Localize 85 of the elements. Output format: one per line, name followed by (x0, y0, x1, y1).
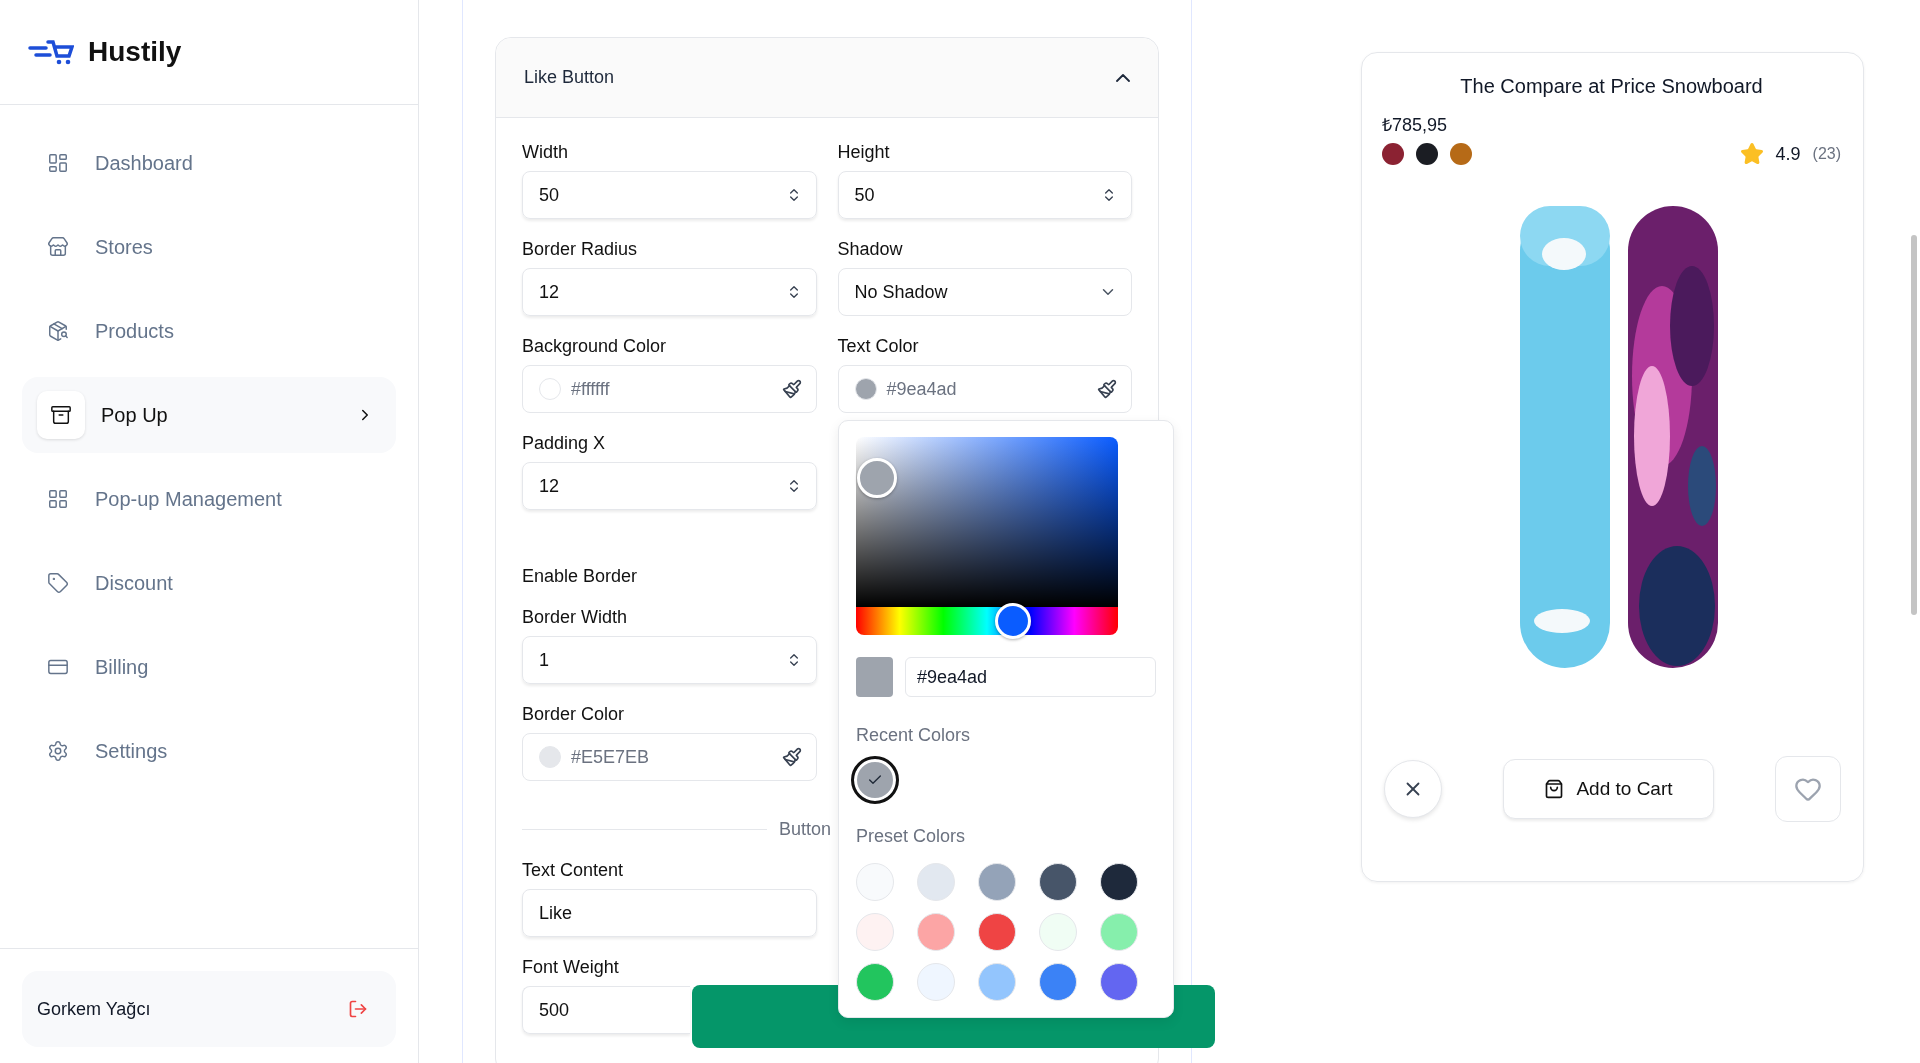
hex-input[interactable]: #9ea4ad (905, 657, 1156, 697)
preset-color[interactable] (978, 963, 1016, 1001)
field-label: Shadow (837, 239, 904, 260)
field-label: Background Color (522, 336, 668, 357)
sidebar-item[interactable]: Stores (22, 209, 396, 285)
field-label: Text Content (522, 860, 625, 881)
product-price: ₺785,95 (1382, 114, 1449, 136)
field-label: Height (837, 142, 891, 163)
field-label: Width (522, 142, 569, 163)
settings-icon (47, 740, 69, 762)
sidebar-item[interactable]: Pop-up Management (22, 461, 396, 537)
field-label: Enable Border (522, 566, 639, 587)
preset-color[interactable] (1039, 863, 1077, 901)
recent-color[interactable] (851, 756, 899, 804)
heart-icon (1794, 775, 1822, 803)
star-icon (1739, 142, 1764, 166)
field-label: Padding X (522, 433, 607, 454)
sidebar-item[interactable]: Settings (22, 713, 396, 789)
chevron-up-icon (1116, 73, 1130, 82)
store-icon (47, 236, 69, 258)
add-to-cart-button[interactable]: Add to Cart (1503, 759, 1714, 819)
archive-icon (50, 404, 72, 426)
preset-color[interactable] (917, 913, 955, 951)
close-button[interactable] (1384, 760, 1442, 818)
preset-color[interactable] (1100, 963, 1138, 1001)
sidebar-item[interactable]: Dashboard (22, 125, 396, 201)
scrollbar[interactable] (1911, 235, 1917, 615)
package-icon (47, 320, 69, 342)
number-field[interactable]: 1 (522, 636, 817, 684)
number-field[interactable]: 50 (837, 171, 1132, 219)
field-label: Border Width (522, 607, 629, 628)
color-option[interactable] (1416, 143, 1438, 165)
color-option[interactable] (1382, 143, 1404, 165)
bag-icon (1544, 779, 1565, 799)
section-header[interactable]: Like Button (496, 38, 1158, 118)
divider-label: Button (779, 819, 832, 840)
number-field[interactable]: 12 (522, 268, 817, 316)
user-name: Gorkem Yağcı (37, 998, 151, 1020)
preset-color[interactable] (978, 913, 1016, 951)
section-label: Recent Colors (856, 725, 972, 746)
preset-color[interactable] (856, 863, 894, 901)
grid-icon (47, 488, 69, 510)
input-field[interactable]: Like (522, 889, 817, 937)
sidebar-item[interactable]: Pop Up (22, 377, 396, 453)
color-thumb[interactable] (856, 457, 897, 498)
dashboard-icon (47, 152, 69, 174)
rating: 4.9 (1775, 143, 1801, 165)
color-swatch (856, 657, 893, 697)
product-title: The Compare at Price Snowboard (1459, 75, 1764, 98)
sidebar-item[interactable]: Billing (22, 629, 396, 705)
preset-color[interactable] (1039, 913, 1077, 951)
color-option[interactable] (1450, 143, 1472, 165)
preset-color[interactable] (917, 863, 955, 901)
preset-color[interactable] (1100, 863, 1138, 901)
preset-color[interactable] (978, 863, 1016, 901)
number-field[interactable]: 50 (522, 171, 817, 219)
field-label: Font Weight (522, 957, 620, 978)
preset-color[interactable] (856, 913, 894, 951)
color-field[interactable]: #ffffff (522, 365, 817, 413)
sidebar-item[interactable]: Products (22, 293, 396, 369)
brand-name: Hustily (88, 36, 182, 68)
preset-color[interactable] (856, 963, 894, 1001)
logo-icon (28, 37, 74, 67)
section-label: Preset Colors (856, 826, 967, 847)
brush-icon[interactable] (781, 747, 802, 767)
number-field[interactable]: 12 (522, 462, 817, 510)
sidebar-item[interactable]: Discount (22, 545, 396, 621)
input-field[interactable]: 500 (522, 986, 690, 1034)
saturation-area[interactable] (856, 437, 1118, 607)
review-count: (23) (1812, 145, 1841, 163)
color-field[interactable]: #9ea4ad (837, 365, 1132, 413)
preset-color[interactable] (917, 963, 955, 1001)
preset-color[interactable] (1100, 913, 1138, 951)
hue-thumb[interactable] (995, 602, 1032, 639)
field-label: Border Radius (522, 239, 639, 260)
select-field[interactable]: No Shadow (837, 268, 1132, 316)
brush-icon[interactable] (1097, 379, 1117, 399)
tag-icon (47, 572, 69, 594)
preset-color[interactable] (1039, 963, 1077, 1001)
like-button[interactable] (1775, 756, 1841, 822)
brush-icon[interactable] (781, 379, 802, 399)
logout-icon[interactable] (348, 999, 368, 1019)
field-label: Border Color (522, 704, 626, 725)
color-field[interactable]: #E5E7EB (522, 733, 817, 781)
field-label: Text Color (837, 336, 920, 357)
